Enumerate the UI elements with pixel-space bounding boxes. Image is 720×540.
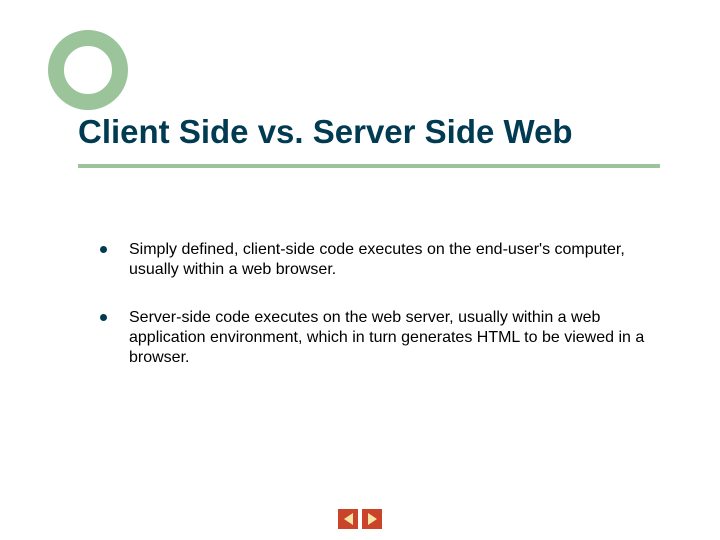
slide-body: Simply defined, client-side code execute… [100, 240, 650, 396]
slide: Client Side vs. Server Side Web Simply d… [0, 0, 720, 540]
slide-title: Client Side vs. Server Side Web [78, 114, 680, 150]
title-underline [78, 164, 660, 168]
bullet-icon [100, 246, 107, 253]
bullet-icon [100, 314, 107, 321]
bullet-text: Simply defined, client-side code execute… [129, 240, 650, 280]
slide-nav [0, 509, 720, 530]
list-item: Simply defined, client-side code execute… [100, 240, 650, 280]
next-button[interactable] [362, 509, 382, 529]
prev-button[interactable] [338, 509, 358, 529]
arrow-right-icon [368, 513, 377, 525]
bullet-text: Server-side code executes on the web ser… [129, 308, 650, 368]
arrow-left-icon [344, 513, 353, 525]
decorative-ring [48, 30, 128, 110]
nav-button-group [338, 509, 382, 529]
list-item: Server-side code executes on the web ser… [100, 308, 650, 368]
